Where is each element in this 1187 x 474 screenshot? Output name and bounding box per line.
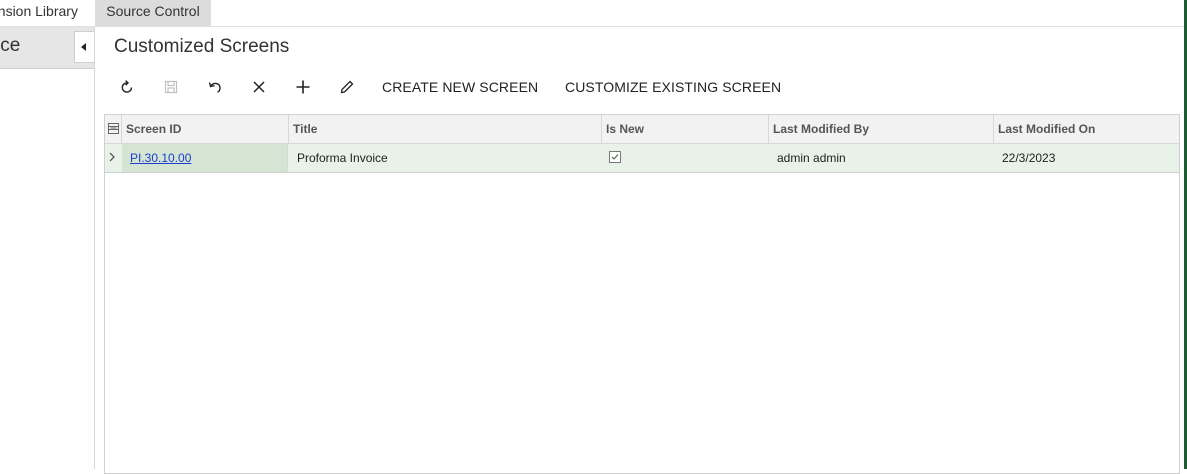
undo-button[interactable] (200, 72, 230, 102)
add-icon (296, 80, 310, 94)
delete-button[interactable] (244, 72, 274, 102)
edit-button[interactable] (332, 72, 362, 102)
column-selector[interactable] (105, 115, 122, 143)
page-title: Customized Screens (114, 36, 290, 57)
customized-screens-grid: Screen ID Title Is New Last Modified By … (104, 114, 1180, 474)
delete-icon (253, 81, 265, 93)
is-new-checkbox[interactable] (609, 151, 621, 163)
add-button[interactable] (288, 72, 318, 102)
create-new-screen-button[interactable]: CREATE NEW SCREEN (382, 79, 538, 95)
row-expander[interactable] (105, 144, 122, 172)
sidebar: ice (0, 27, 95, 469)
collapse-sidebar-button[interactable] (74, 31, 94, 63)
sidebar-header: ice (0, 27, 94, 69)
grid-header: Screen ID Title Is New Last Modified By … (105, 115, 1179, 144)
undo-icon (208, 82, 221, 93)
column-header-screen-id[interactable]: Screen ID (122, 115, 289, 143)
column-config-icon (108, 123, 119, 134)
tab-source-control[interactable]: Source Control (95, 0, 211, 26)
refresh-icon (121, 80, 133, 93)
last-modified-by-cell: admin admin (777, 151, 846, 165)
tab-extension-library[interactable]: ension Library (0, 0, 83, 26)
toolbar: CREATE NEW SCREEN CUSTOMIZE EXISTING SCR… (105, 72, 805, 102)
customize-existing-screen-button[interactable]: CUSTOMIZE EXISTING SCREEN (565, 79, 781, 95)
title-cell: Proforma Invoice (297, 151, 388, 165)
last-modified-on-cell: 22/3/2023 (1002, 151, 1056, 165)
checkmark-icon (611, 154, 619, 160)
caret-left-icon (81, 43, 86, 51)
table-row[interactable]: PI.30.10.00 Proforma Invoice admin admin… (105, 144, 1179, 173)
chevron-right-icon (109, 152, 115, 162)
save-button[interactable] (156, 72, 186, 102)
column-header-last-modified-on[interactable]: Last Modified On (994, 115, 1179, 143)
sidebar-title: ice (0, 35, 21, 56)
edit-icon (340, 80, 354, 94)
save-icon (164, 80, 178, 94)
column-header-is-new[interactable]: Is New (602, 115, 769, 143)
screen-id-cell: PI.30.10.00 (122, 144, 288, 172)
column-header-title[interactable]: Title (289, 115, 602, 143)
refresh-button[interactable] (112, 72, 142, 102)
tab-strip: ension Library Source Control (0, 0, 1187, 27)
column-header-last-modified-by[interactable]: Last Modified By (769, 115, 994, 143)
screen-id-link[interactable]: PI.30.10.00 (130, 151, 191, 165)
